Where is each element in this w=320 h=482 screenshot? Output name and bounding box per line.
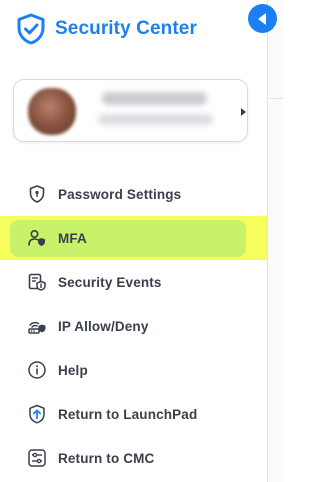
- nav-item-label: MFA: [58, 230, 87, 246]
- nav-item-label: Return to LaunchPad: [58, 406, 198, 422]
- chevron-left-icon: [257, 12, 266, 25]
- nav-menu: Password Settings MFA Security Events IP…: [0, 172, 267, 480]
- nav-item-ip-allow-deny[interactable]: IP Allow/Deny: [0, 304, 267, 348]
- caret-right-icon[interactable]: [241, 108, 246, 116]
- app-title: Security Center: [55, 18, 197, 39]
- collapse-sidebar-button[interactable]: [248, 4, 277, 33]
- profile-name: [102, 92, 207, 105]
- nav-item-label: Security Events: [58, 274, 162, 290]
- nav-item-mfa[interactable]: MFA: [0, 216, 267, 260]
- brand-header: Security Center: [16, 12, 197, 46]
- user-shield-icon: [27, 228, 47, 248]
- nav-item-security-events[interactable]: Security Events: [0, 260, 267, 304]
- nav-item-return-to-cmc[interactable]: Return to CMC: [0, 436, 267, 480]
- nav-item-password-settings[interactable]: Password Settings: [0, 172, 267, 216]
- nav-item-help[interactable]: Help: [0, 348, 267, 392]
- shield-check-icon: [17, 13, 45, 45]
- nav-item-return-to-launchpad[interactable]: Return to LaunchPad: [0, 392, 267, 436]
- sidebar: Security Center Password Settings MFA Se…: [0, 0, 267, 482]
- nav-item-label: Help: [58, 362, 88, 378]
- log-shield-icon: [27, 272, 47, 292]
- avatar: [28, 88, 76, 135]
- info-circle-icon: [27, 360, 47, 380]
- divider: [268, 98, 284, 99]
- network-shield-icon: [27, 316, 47, 336]
- shield-keyhole-icon: [27, 184, 47, 204]
- user-profile-card[interactable]: [13, 79, 248, 142]
- profile-subtitle: [98, 114, 213, 125]
- main-content-edge: [267, 0, 284, 482]
- nav-item-label: Return to CMC: [58, 450, 155, 466]
- nav-item-label: Password Settings: [58, 186, 182, 202]
- upload-arrow-icon: [27, 404, 47, 424]
- nav-item-label: IP Allow/Deny: [58, 318, 149, 334]
- sliders-box-icon: [27, 448, 47, 468]
